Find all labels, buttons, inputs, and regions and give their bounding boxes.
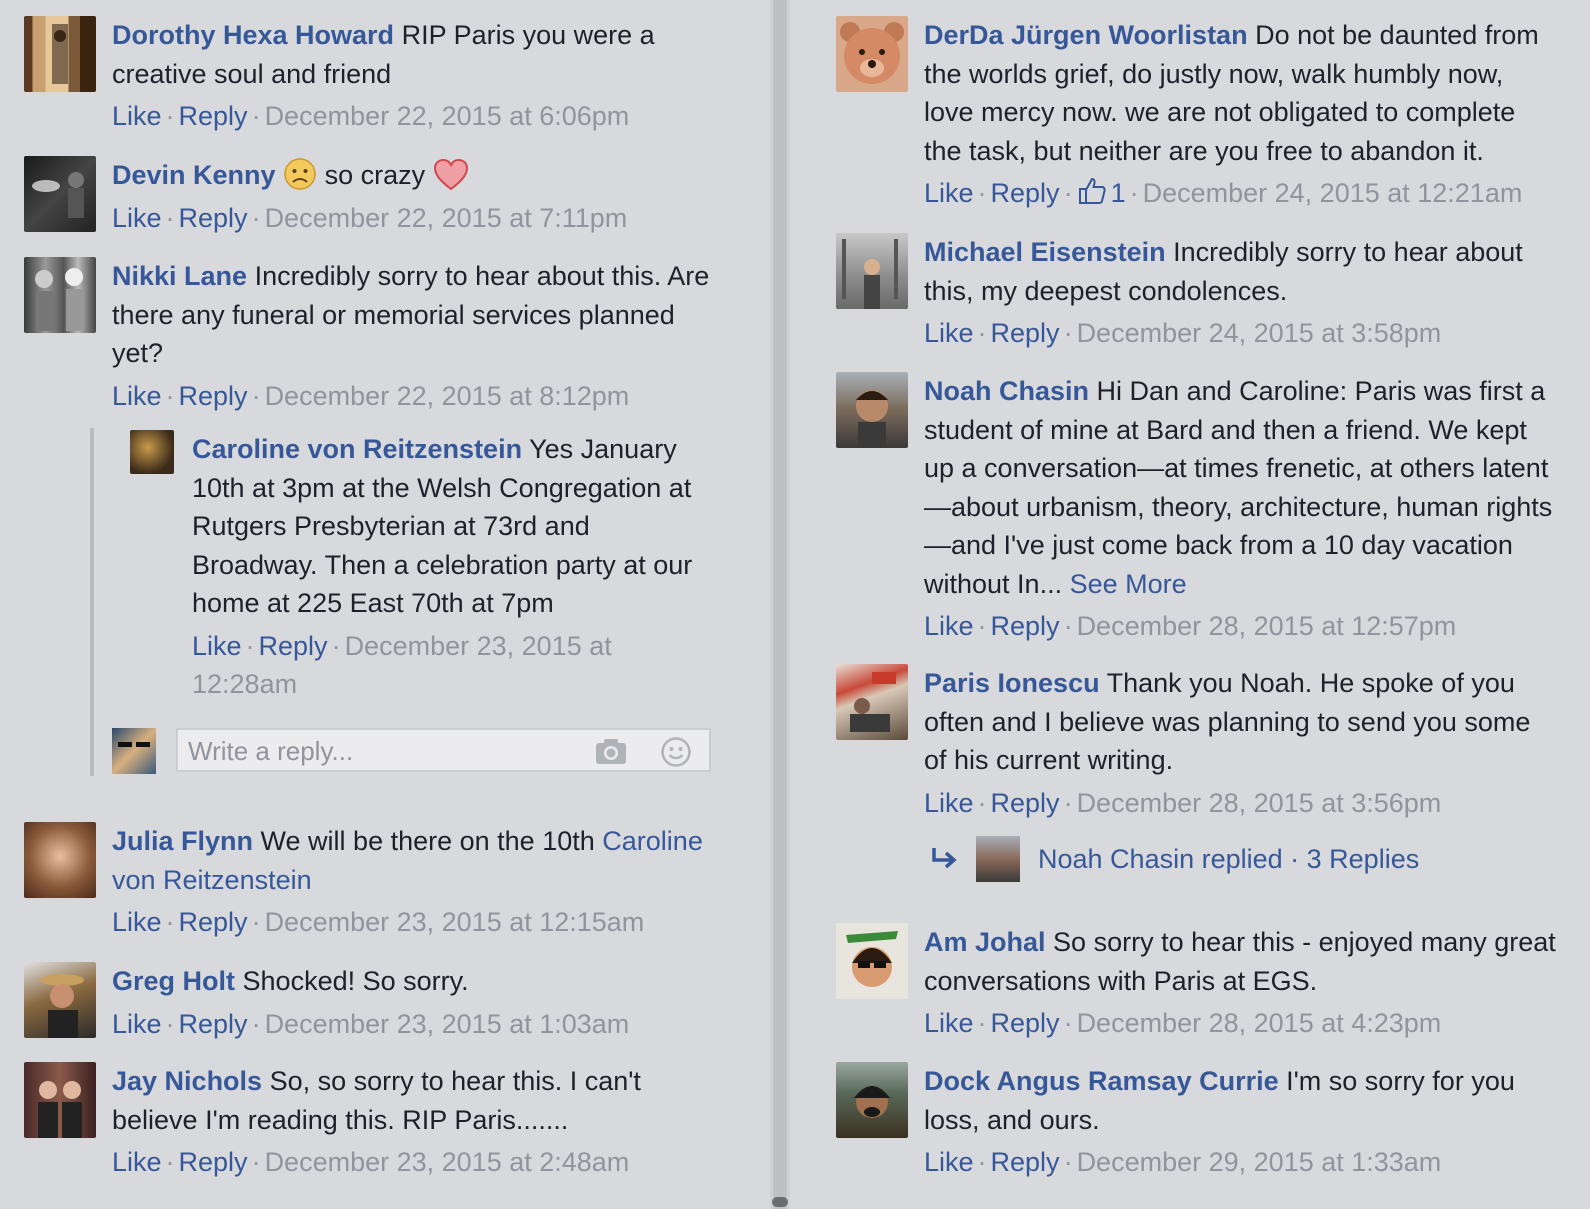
reply-link[interactable]: Reply <box>259 631 328 661</box>
see-more-link[interactable]: See More <box>1070 569 1187 599</box>
replies-summary-link[interactable]: Noah Chasin replied · 3 Replies <box>1038 840 1419 879</box>
like-link[interactable]: Like <box>924 1147 974 1177</box>
like-link[interactable]: Like <box>924 1008 974 1038</box>
author-name[interactable]: Julia Flynn <box>112 826 253 856</box>
reply-link[interactable]: Reply <box>991 1147 1060 1177</box>
reply-arrow-icon <box>928 846 960 879</box>
reply-input[interactable] <box>188 734 568 768</box>
timestamp[interactable]: December 23, 2015 at 1:03am <box>265 1009 630 1039</box>
avatar <box>976 836 1020 882</box>
reply-link[interactable]: Reply <box>179 381 248 411</box>
like-link[interactable]: Like <box>112 203 162 233</box>
sad-face-emoji-icon <box>283 158 317 190</box>
avatar[interactable] <box>24 156 96 232</box>
comment-text: Hi Dan and Caroline: Paris was first a s… <box>924 376 1553 599</box>
reply-link[interactable]: Reply <box>179 101 248 131</box>
like-link[interactable]: Like <box>112 101 162 131</box>
emoji-icon[interactable] <box>660 736 692 767</box>
scrollbar-thumb[interactable] <box>772 1197 788 1207</box>
timestamp[interactable]: December 29, 2015 at 1:33am <box>1077 1147 1442 1177</box>
comment-text: Shocked! So sorry. <box>242 966 469 996</box>
reply-link[interactable]: Reply <box>991 1008 1060 1038</box>
avatar[interactable] <box>836 233 908 309</box>
like-link[interactable]: Like <box>112 1147 162 1177</box>
author-name[interactable]: Michael Eisenstein <box>924 237 1166 267</box>
reply-link[interactable]: Reply <box>991 611 1060 641</box>
scrollbar-track[interactable] <box>770 0 790 1209</box>
reply-link[interactable]: Reply <box>991 178 1060 208</box>
like-link[interactable]: Like <box>112 1009 162 1039</box>
like-link[interactable]: Like <box>924 788 974 818</box>
like-link[interactable]: Like <box>924 611 974 641</box>
composer-avatar <box>112 728 156 774</box>
left-comment-column: Dorothy Hexa Howard RIP Paris you were a… <box>0 0 770 1209</box>
author-name[interactable]: Paris Ionescu <box>924 668 1100 698</box>
comment-text: We will be there on the 10th <box>260 826 595 856</box>
reply-link[interactable]: Reply <box>991 318 1060 348</box>
right-comment-column: DerDa Jürgen Woorlistan Do not be daunte… <box>790 0 1590 1209</box>
author-name[interactable]: Jay Nichols <box>112 1066 262 1096</box>
author-name[interactable]: Devin Kenny <box>112 160 276 190</box>
timestamp[interactable]: December 28, 2015 at 12:57pm <box>1077 611 1457 641</box>
timestamp[interactable]: December 28, 2015 at 3:56pm <box>1077 788 1442 818</box>
author-name[interactable]: Caroline von Reitzenstein <box>192 434 522 464</box>
like-link[interactable]: Like <box>112 381 162 411</box>
avatar[interactable] <box>24 16 96 92</box>
avatar[interactable] <box>836 664 908 740</box>
timestamp[interactable]: December 22, 2015 at 7:11pm <box>265 203 628 233</box>
timestamp[interactable]: December 24, 2015 at 12:21am <box>1143 178 1523 208</box>
avatar[interactable] <box>24 257 96 333</box>
comment-text: so crazy <box>324 160 426 190</box>
avatar[interactable] <box>24 962 96 1038</box>
replies-summary[interactable]: Noah Chasin replied · 3 Replies <box>928 834 1548 884</box>
reply-link[interactable]: Reply <box>991 788 1060 818</box>
author-name[interactable]: Noah Chasin <box>924 376 1089 406</box>
camera-icon[interactable] <box>594 736 626 766</box>
avatar[interactable] <box>24 822 96 898</box>
timestamp[interactable]: December 28, 2015 at 4:23pm <box>1077 1008 1442 1038</box>
timestamp[interactable]: December 22, 2015 at 6:06pm <box>265 101 630 131</box>
avatar[interactable] <box>836 1062 908 1138</box>
author-name[interactable]: Dorothy Hexa Howard <box>112 20 394 50</box>
timestamp[interactable]: December 23, 2015 at 12:15am <box>265 907 645 937</box>
author-name[interactable]: Dock Angus Ramsay Currie <box>924 1066 1279 1096</box>
avatar[interactable] <box>24 1062 96 1138</box>
like-count[interactable]: 1 <box>1077 177 1126 208</box>
reply-link[interactable]: Reply <box>179 203 248 233</box>
teddy-bear-icon <box>840 22 904 84</box>
reply-link[interactable]: Reply <box>179 907 248 937</box>
author-name[interactable]: Am Johal <box>924 927 1046 957</box>
author-name[interactable]: DerDa Jürgen Woorlistan <box>924 20 1248 50</box>
like-link[interactable]: Like <box>192 631 242 661</box>
reply-composer <box>176 728 711 772</box>
avatar[interactable] <box>836 16 908 92</box>
timestamp[interactable]: December 24, 2015 at 3:58pm <box>1077 318 1442 348</box>
reply-thread-line <box>90 428 94 776</box>
like-link[interactable]: Like <box>112 907 162 937</box>
avatar[interactable] <box>836 372 908 448</box>
avatar[interactable] <box>130 430 174 474</box>
timestamp[interactable]: December 22, 2015 at 8:12pm <box>265 381 630 411</box>
scrollbar-rail <box>773 0 787 1209</box>
like-link[interactable]: Like <box>924 178 974 208</box>
thumbs-up-icon <box>1077 176 1107 217</box>
timestamp[interactable]: December 23, 2015 at 2:48am <box>265 1147 630 1177</box>
like-link[interactable]: Like <box>924 318 974 348</box>
author-name[interactable]: Greg Holt <box>112 966 235 996</box>
heart-emoji-icon <box>433 158 469 191</box>
avatar[interactable] <box>836 923 908 999</box>
like-count-value: 1 <box>1110 178 1126 208</box>
author-name[interactable]: Nikki Lane <box>112 261 247 291</box>
reply-link[interactable]: Reply <box>179 1147 248 1177</box>
reply-link[interactable]: Reply <box>179 1009 248 1039</box>
